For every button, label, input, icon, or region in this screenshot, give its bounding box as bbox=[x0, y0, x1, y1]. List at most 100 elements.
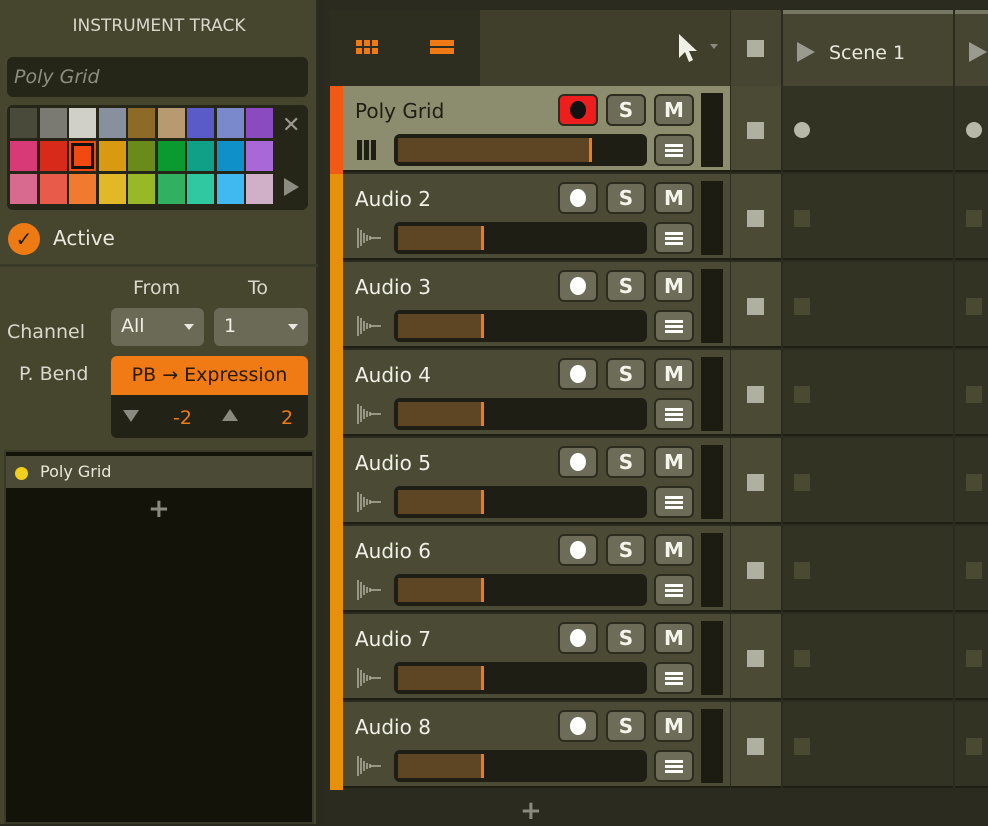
stop-track-button[interactable] bbox=[747, 562, 764, 579]
color-swatch[interactable] bbox=[98, 141, 126, 171]
track-menu-button[interactable] bbox=[654, 398, 694, 430]
volume-slider[interactable] bbox=[394, 222, 647, 254]
stop-track-button[interactable] bbox=[747, 650, 764, 667]
track-header[interactable]: Audio 4 S M bbox=[330, 350, 730, 438]
color-swatch[interactable] bbox=[157, 108, 185, 138]
color-swatch[interactable] bbox=[10, 174, 37, 204]
volume-slider[interactable] bbox=[394, 574, 647, 606]
track-header[interactable]: Poly Grid S M bbox=[330, 86, 730, 174]
solo-button[interactable]: S bbox=[606, 446, 646, 478]
color-swatch[interactable] bbox=[157, 141, 185, 171]
clear-color-icon[interactable]: ✕ bbox=[282, 113, 300, 138]
clip-slot[interactable] bbox=[955, 174, 988, 260]
clip-slot[interactable] bbox=[783, 438, 953, 524]
color-swatch[interactable] bbox=[10, 141, 37, 171]
color-swatch[interactable] bbox=[128, 108, 155, 138]
color-swatch[interactable] bbox=[128, 141, 155, 171]
mute-button[interactable]: M bbox=[654, 622, 694, 654]
volume-slider[interactable] bbox=[394, 310, 647, 342]
color-swatch[interactable] bbox=[187, 174, 214, 204]
mute-button[interactable]: M bbox=[654, 534, 694, 566]
clip-slot[interactable] bbox=[783, 614, 953, 700]
color-swatch[interactable] bbox=[98, 108, 126, 138]
clip-slot[interactable] bbox=[955, 350, 988, 436]
record-arm-button[interactable] bbox=[558, 622, 598, 654]
color-swatch[interactable] bbox=[10, 108, 37, 138]
stop-track-button[interactable] bbox=[747, 298, 764, 315]
clip-slot[interactable] bbox=[783, 174, 953, 260]
stop-all-button[interactable] bbox=[747, 40, 764, 57]
stop-track-button[interactable] bbox=[747, 122, 764, 139]
mute-button[interactable]: M bbox=[654, 94, 694, 126]
pointer-tool-icon[interactable] bbox=[676, 32, 720, 64]
mute-button[interactable]: M bbox=[654, 446, 694, 478]
clip-slot[interactable] bbox=[783, 262, 953, 348]
color-swatch[interactable] bbox=[69, 174, 96, 204]
record-arm-button[interactable] bbox=[558, 534, 598, 566]
color-swatch[interactable] bbox=[216, 141, 244, 171]
mute-button[interactable]: M bbox=[654, 182, 694, 214]
mute-button[interactable]: M bbox=[654, 710, 694, 742]
color-swatch[interactable] bbox=[246, 108, 273, 138]
stop-track-button[interactable] bbox=[747, 474, 764, 491]
track-menu-button[interactable] bbox=[654, 486, 694, 518]
color-swatch[interactable] bbox=[39, 174, 67, 204]
solo-button[interactable]: S bbox=[606, 622, 646, 654]
track-menu-button[interactable] bbox=[654, 310, 694, 342]
clip-slot[interactable] bbox=[783, 86, 953, 172]
play-scene-icon[interactable] bbox=[797, 42, 815, 62]
record-arm-button[interactable] bbox=[558, 94, 598, 126]
track-menu-button[interactable] bbox=[654, 222, 694, 254]
track-header[interactable]: Audio 7 S M bbox=[330, 614, 730, 702]
clip-slot[interactable] bbox=[955, 526, 988, 612]
color-swatch[interactable] bbox=[187, 108, 214, 138]
clip-slot[interactable] bbox=[955, 86, 988, 172]
play-scene-icon[interactable] bbox=[969, 42, 987, 62]
track-menu-button[interactable] bbox=[654, 134, 694, 166]
clip-slot[interactable] bbox=[955, 438, 988, 524]
track-header[interactable]: Audio 5 S M bbox=[330, 438, 730, 526]
track-name-input[interactable]: Poly Grid bbox=[7, 57, 308, 97]
volume-slider[interactable] bbox=[394, 662, 647, 694]
palette-next-icon[interactable] bbox=[284, 178, 299, 196]
record-arm-button[interactable] bbox=[558, 270, 598, 302]
record-arm-button[interactable] bbox=[558, 446, 598, 478]
pb-up-value[interactable]: 2 bbox=[281, 407, 293, 429]
solo-button[interactable]: S bbox=[606, 710, 646, 742]
device-item[interactable]: Poly Grid bbox=[6, 456, 312, 488]
pb-down-value[interactable]: -2 bbox=[173, 407, 192, 429]
mute-button[interactable]: M bbox=[654, 358, 694, 390]
stop-track-button[interactable] bbox=[747, 386, 764, 403]
clip-slot[interactable] bbox=[955, 702, 988, 788]
track-menu-button[interactable] bbox=[654, 750, 694, 782]
track-header[interactable]: Audio 6 S M bbox=[330, 526, 730, 614]
stop-track-button[interactable] bbox=[747, 738, 764, 755]
active-toggle[interactable]: ✓ bbox=[8, 223, 40, 255]
record-arm-button[interactable] bbox=[558, 358, 598, 390]
color-swatch[interactable] bbox=[216, 108, 244, 138]
track-header[interactable]: Audio 8 S M bbox=[330, 702, 730, 790]
color-swatch[interactable] bbox=[39, 141, 67, 171]
channel-to-dropdown[interactable]: 1 bbox=[214, 308, 308, 346]
record-arm-button[interactable] bbox=[558, 182, 598, 214]
clip-slot[interactable] bbox=[783, 350, 953, 436]
color-swatch[interactable] bbox=[69, 108, 96, 138]
clip-slot[interactable] bbox=[955, 262, 988, 348]
channel-from-dropdown[interactable]: All bbox=[111, 308, 204, 346]
track-header[interactable]: Audio 3 S M bbox=[330, 262, 730, 350]
track-menu-button[interactable] bbox=[654, 662, 694, 694]
solo-button[interactable]: S bbox=[606, 182, 646, 214]
track-header[interactable]: Audio 2 S M bbox=[330, 174, 730, 262]
solo-button[interactable]: S bbox=[606, 534, 646, 566]
clip-slot[interactable] bbox=[783, 526, 953, 612]
color-swatch[interactable] bbox=[157, 174, 185, 204]
list-view-icon[interactable] bbox=[430, 40, 456, 56]
add-device-button[interactable]: + bbox=[148, 494, 170, 524]
color-swatch[interactable] bbox=[246, 174, 273, 204]
clip-slot[interactable] bbox=[955, 614, 988, 700]
scene-header-next[interactable] bbox=[955, 10, 988, 86]
clip-slot[interactable] bbox=[783, 702, 953, 788]
solo-button[interactable]: S bbox=[606, 358, 646, 390]
volume-slider[interactable] bbox=[394, 134, 647, 166]
color-swatch[interactable] bbox=[216, 174, 244, 204]
